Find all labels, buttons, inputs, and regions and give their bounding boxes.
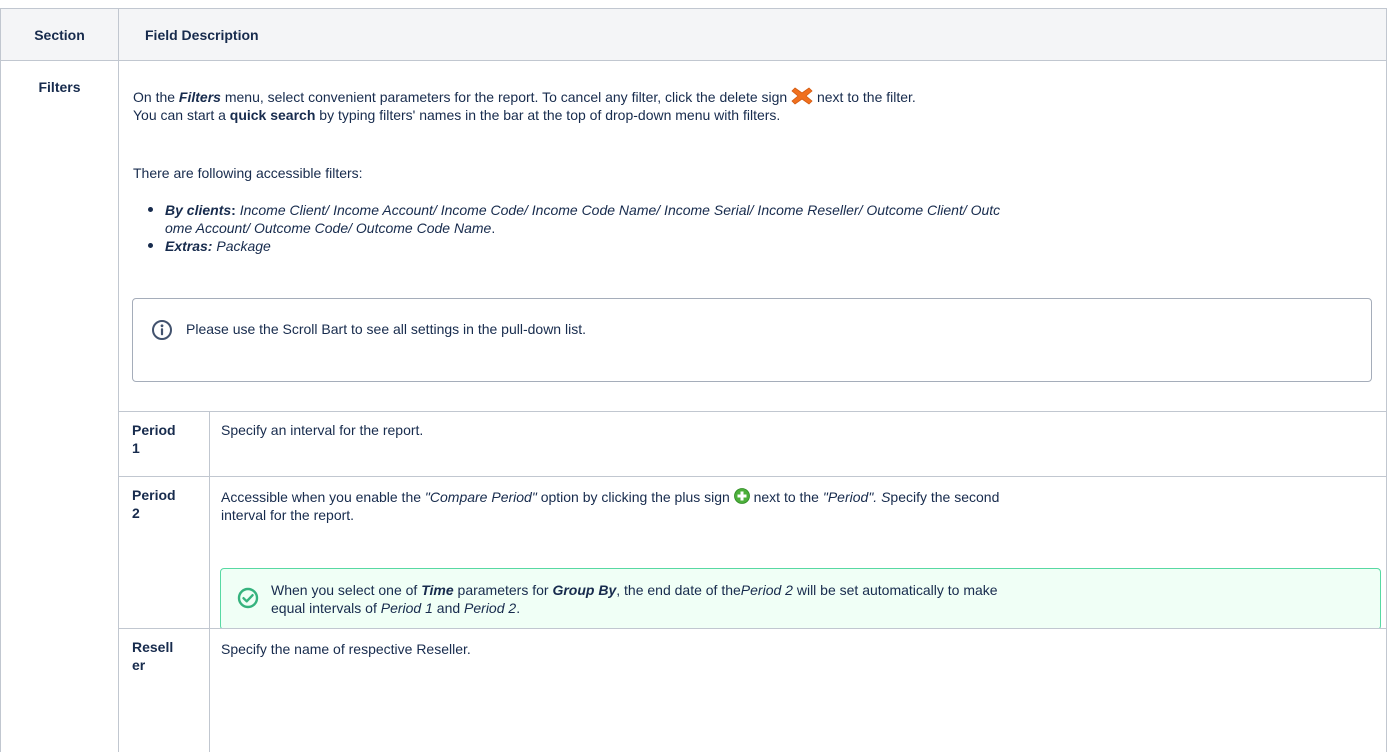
period-2-description: Accessible when you enable the "Compare … <box>221 488 1000 523</box>
info-note-panel: Please use the Scroll Bart to see all se… <box>132 298 1372 382</box>
row-reseller-description-cell: Specify the name of respective Reseller. <box>209 628 1387 752</box>
success-note-text: When you select one of Time parameters f… <box>271 582 998 616</box>
row-period-2-description-cell: Accessible when you enable the "Compare … <box>209 476 1387 630</box>
filters-section-label: Filters <box>38 79 81 95</box>
filter-item-by-clients: By clients: Income Client/ Income Accoun… <box>165 201 1373 237</box>
success-note-panel: When you select one of Time parameters f… <box>220 568 1381 630</box>
accessible-filters-heading: There are following accessible filters: <box>133 165 363 181</box>
filters-body: On the Filters menu, select convenient p… <box>118 61 1387 411</box>
filter-item-extras: Extras: Package <box>165 237 1373 255</box>
check-circle-icon <box>237 587 259 609</box>
header-section-label: Section <box>34 26 85 43</box>
header-description-label: Field Description <box>145 26 259 43</box>
header-description-cell: Field Description <box>118 8 1387 61</box>
filters-list: By clients: Income Client/ Income Accoun… <box>149 201 1373 255</box>
filters-intro-line: On the Filters menu, select convenient p… <box>133 86 1375 124</box>
row-reseller-label-cell: Resell er <box>118 628 209 752</box>
info-note-text: Please use the Scroll Bart to see all se… <box>186 321 586 337</box>
filters-section-cell: Filters <box>0 61 118 752</box>
plus-circle-icon <box>733 488 750 504</box>
delete-x-icon <box>791 86 813 106</box>
quick-search-term: quick search <box>229 107 316 123</box>
row-period-1-description-cell: Specify an interval for the report. <box>209 411 1387 476</box>
row-period-2-label-cell: Period 2 <box>118 476 209 628</box>
row-period-1-label-cell: Period 1 <box>118 411 209 476</box>
header-section-cell: Section <box>0 8 118 61</box>
info-icon <box>151 319 173 341</box>
